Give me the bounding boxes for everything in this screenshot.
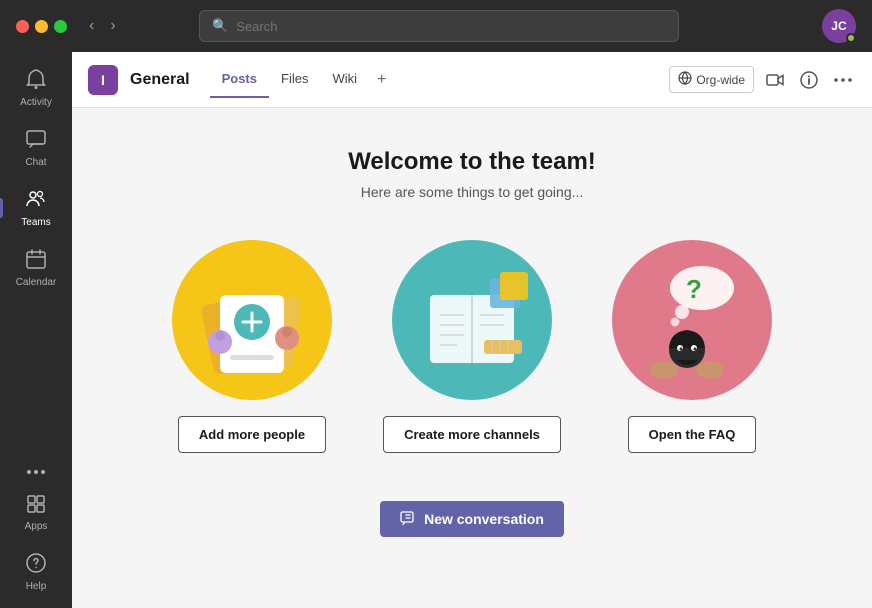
sidebar: Activity Chat Teams [0, 52, 72, 608]
forward-button[interactable]: › [104, 15, 121, 37]
apps-icon [26, 494, 46, 518]
sidebar-label-apps: Apps [25, 521, 48, 532]
avatar-initials: JC [831, 19, 846, 33]
channel-name: General [130, 71, 190, 89]
dot2 [34, 470, 38, 474]
org-wide-badge[interactable]: Org-wide [669, 66, 754, 93]
tab-posts[interactable]: Posts [210, 63, 269, 98]
dot3 [41, 470, 45, 474]
sidebar-item-teams[interactable]: Teams [0, 180, 72, 236]
create-channels-illustration [392, 240, 552, 400]
sidebar-item-chat[interactable]: Chat [0, 120, 72, 176]
main-content: Welcome to the team! Here are some thing… [72, 108, 872, 608]
org-wide-icon [678, 71, 692, 88]
channel-tabs: Posts Files Wiki + [210, 63, 395, 97]
back-button[interactable]: ‹ [83, 15, 100, 37]
info-button[interactable] [796, 67, 822, 93]
create-channels-card: Create more channels [372, 240, 572, 453]
traffic-lights [16, 20, 67, 33]
titlebar: ‹ › 🔍 JC [0, 0, 872, 52]
create-channels-button[interactable]: Create more channels [383, 416, 561, 453]
help-icon [25, 552, 47, 578]
channel-header: I General Posts Files Wiki + [72, 52, 872, 108]
close-button[interactable] [16, 20, 29, 33]
content-area: I General Posts Files Wiki + [72, 52, 872, 608]
teams-icon [25, 188, 47, 214]
compose-icon [400, 511, 416, 527]
open-faq-illustration: ? [612, 240, 772, 400]
more-actions-button[interactable] [830, 74, 856, 86]
sidebar-item-calendar[interactable]: Calendar [0, 240, 72, 296]
calendar-icon [25, 248, 47, 274]
add-tab-button[interactable]: + [369, 63, 394, 97]
add-people-card: Add more people [152, 240, 352, 453]
sidebar-item-apps[interactable]: Apps [0, 486, 72, 540]
search-input[interactable] [236, 19, 666, 34]
video-call-button[interactable] [762, 69, 788, 91]
open-faq-button[interactable]: Open the FAQ [628, 416, 757, 453]
welcome-title: Welcome to the team! [348, 148, 596, 176]
open-faq-card: ? [592, 240, 792, 453]
svg-text:?: ? [686, 274, 702, 304]
new-conversation-button[interactable]: New conversation [380, 501, 564, 537]
activity-icon [25, 68, 47, 94]
action-cards: Add more people [152, 240, 792, 453]
sidebar-label-calendar: Calendar [16, 277, 57, 288]
sidebar-label-teams: Teams [21, 217, 50, 228]
sidebar-label-help: Help [26, 581, 47, 592]
search-icon: 🔍 [212, 18, 228, 34]
tab-files[interactable]: Files [269, 63, 320, 98]
minimize-button[interactable] [35, 20, 48, 33]
tab-wiki[interactable]: Wiki [320, 63, 369, 98]
sidebar-item-activity[interactable]: Activity [0, 60, 72, 116]
org-wide-label: Org-wide [696, 73, 745, 87]
chat-icon [25, 128, 47, 154]
sidebar-label-activity: Activity [20, 97, 52, 108]
dot1 [27, 470, 31, 474]
search-bar[interactable]: 🔍 [199, 10, 679, 42]
sidebar-item-help[interactable]: Help [0, 544, 72, 600]
add-people-illustration [172, 240, 332, 400]
channel-header-actions: Org-wide [669, 66, 856, 93]
new-conversation-label: New conversation [424, 511, 544, 527]
nav-buttons: ‹ › [83, 15, 122, 37]
maximize-button[interactable] [54, 20, 67, 33]
add-people-button[interactable]: Add more people [178, 416, 326, 453]
app-body: Activity Chat Teams [0, 52, 872, 608]
avatar-status-dot [846, 33, 856, 43]
welcome-subtitle: Here are some things to get going... [361, 184, 584, 200]
avatar[interactable]: JC [822, 9, 856, 43]
sidebar-label-chat: Chat [25, 157, 46, 168]
team-icon: I [88, 65, 118, 95]
more-options[interactable] [0, 462, 72, 482]
